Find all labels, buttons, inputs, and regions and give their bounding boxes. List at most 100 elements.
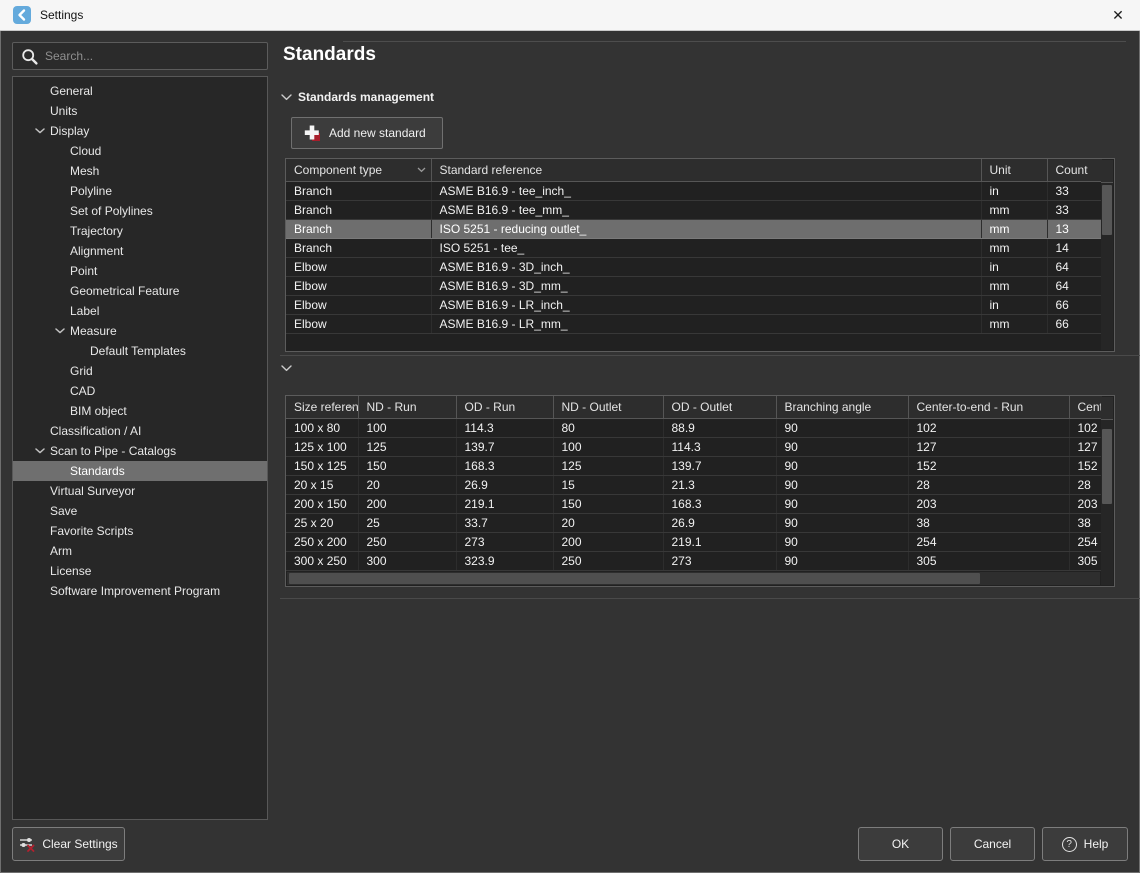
cell-size-reference: 150 x 125 <box>286 456 358 475</box>
column-header-center-to-end-run[interactable]: Center-to-end - Run <box>908 396 1069 418</box>
table-row[interactable]: 150 x 125 150 168.3 125 139.7 90 152 152 <box>286 456 1102 475</box>
sidebar-item[interactable]: Virtual Surveyor <box>13 481 267 501</box>
sidebar-item[interactable]: Polyline <box>13 181 267 201</box>
table-row[interactable]: Elbow ASME B16.9 - LR_inch_ in 66 <box>286 295 1102 314</box>
clear-settings-button[interactable]: Clear Settings <box>12 827 125 861</box>
cancel-button[interactable]: Cancel <box>950 827 1035 861</box>
section-standards-management-header[interactable]: Standards management <box>281 90 434 104</box>
table-row[interactable]: Branch ISO 5251 - reducing outlet_ mm 13 <box>286 219 1102 238</box>
column-header-count[interactable]: Count <box>1047 159 1102 181</box>
cell-od-outlet: 273 <box>663 551 776 570</box>
close-icon[interactable]: ✕ <box>1096 0 1140 31</box>
search-box[interactable] <box>12 42 268 70</box>
ok-button[interactable]: OK <box>858 827 943 861</box>
search-input[interactable] <box>45 43 263 69</box>
sidebar-item[interactable]: Save <box>13 501 267 521</box>
page-title: Standards <box>283 44 376 66</box>
chevron-down-icon[interactable] <box>30 128 50 134</box>
vertical-scrollbar[interactable] <box>1101 397 1113 585</box>
chevron-down-icon[interactable] <box>281 365 292 372</box>
sidebar-item[interactable]: Software Improvement Program <box>13 581 267 601</box>
sidebar-item[interactable]: Measure <box>13 321 267 341</box>
cell-standard-reference: ASME B16.9 - LR_inch_ <box>431 295 981 314</box>
table-row[interactable]: Branch ISO 5251 - tee_ mm 14 <box>286 238 1102 257</box>
sidebar-item[interactable]: Units <box>13 101 267 121</box>
sidebar-item[interactable]: Point <box>13 261 267 281</box>
sidebar-item[interactable]: Classification / AI <box>13 421 267 441</box>
sidebar-item[interactable]: BIM object <box>13 401 267 421</box>
horizontal-scrollbar[interactable] <box>287 572 1100 585</box>
table-row[interactable]: 200 x 150 200 219.1 150 168.3 90 203 203 <box>286 494 1102 513</box>
sidebar-item[interactable]: Favorite Scripts <box>13 521 267 541</box>
cell-od-outlet: 26.9 <box>663 513 776 532</box>
sidebar-item[interactable]: Display <box>13 121 267 141</box>
column-header-component-type[interactable]: Component type <box>286 159 431 181</box>
scrollbar-thumb[interactable] <box>289 573 980 584</box>
vertical-scrollbar[interactable] <box>1101 160 1113 350</box>
column-header-od-run[interactable]: OD - Run <box>456 396 553 418</box>
table-row[interactable]: Elbow ASME B16.9 - LR_mm_ mm 66 <box>286 314 1102 333</box>
cell-count: 33 <box>1047 200 1102 219</box>
sidebar-item[interactable]: Grid <box>13 361 267 381</box>
cell-center-to-end-outlet: 254 <box>1069 532 1102 551</box>
sidebar-item[interactable]: Label <box>13 301 267 321</box>
chevron-down-icon[interactable] <box>50 328 70 334</box>
column-header-size-reference[interactable]: Size reference <box>286 396 358 418</box>
sidebar-item[interactable]: Scan to Pipe - Catalogs <box>13 441 267 461</box>
sidebar-item-label: Save <box>50 501 77 521</box>
sidebar-item[interactable]: Arm <box>13 541 267 561</box>
help-button[interactable]: ? Help <box>1042 827 1128 861</box>
column-header-unit[interactable]: Unit <box>981 159 1047 181</box>
table-row[interactable]: Branch ASME B16.9 - tee_mm_ mm 33 <box>286 200 1102 219</box>
column-header-standard-reference[interactable]: Standard reference <box>431 159 981 181</box>
column-header-nd-run[interactable]: ND - Run <box>358 396 456 418</box>
table-row[interactable]: 100 x 80 100 114.3 80 88.9 90 102 102 <box>286 418 1102 437</box>
sidebar-item[interactable]: Mesh <box>13 161 267 181</box>
add-new-standard-button[interactable]: Add new standard <box>291 117 443 149</box>
cell-component-type: Elbow <box>286 257 431 276</box>
clear-settings-label: Clear Settings <box>42 837 117 851</box>
table-row[interactable]: 25 x 20 25 33.7 20 26.9 90 38 38 <box>286 513 1102 532</box>
column-header-od-outlet[interactable]: OD - Outlet <box>663 396 776 418</box>
sidebar-item[interactable]: Standards <box>13 461 267 481</box>
sidebar-item-label: Classification / AI <box>50 421 141 441</box>
settings-content-panel: Standards Standards management Add new s… <box>280 31 1140 873</box>
cell-nd-run: 200 <box>358 494 456 513</box>
sidebar-item[interactable]: Cloud <box>13 141 267 161</box>
sidebar-item[interactable]: Geometrical Feature <box>13 281 267 301</box>
chevron-down-icon[interactable] <box>30 448 50 454</box>
cell-size-reference: 200 x 150 <box>286 494 358 513</box>
app-icon <box>13 6 31 24</box>
table-row[interactable]: 300 x 250 300 323.9 250 273 90 305 305 <box>286 551 1102 570</box>
sizes-table: Size reference ND - Run OD - Run ND - Ou… <box>285 395 1115 587</box>
table-row[interactable]: Branch ASME B16.9 - tee_inch_ in 33 <box>286 181 1102 200</box>
cell-od-outlet: 219.1 <box>663 532 776 551</box>
cell-nd-outlet: 250 <box>553 551 663 570</box>
column-header-nd-outlet[interactable]: ND - Outlet <box>553 396 663 418</box>
sidebar-item[interactable]: Default Templates <box>13 341 267 361</box>
scrollbar-thumb[interactable] <box>1102 429 1112 504</box>
help-label: Help <box>1084 837 1109 851</box>
cell-nd-run: 25 <box>358 513 456 532</box>
standards-table-body: Branch ASME B16.9 - tee_inch_ in 33 Bran… <box>286 181 1102 333</box>
sidebar-item[interactable]: Alignment <box>13 241 267 261</box>
sidebar-item[interactable]: Trajectory <box>13 221 267 241</box>
chevron-down-icon[interactable] <box>281 94 292 101</box>
table-row[interactable]: 250 x 200 250 273 200 219.1 90 254 254 <box>286 532 1102 551</box>
sidebar-item[interactable]: Set of Polylines <box>13 201 267 221</box>
column-header-center-to-end-outlet[interactable]: Center-to-end - Outlet <box>1069 396 1102 418</box>
table-row[interactable]: Elbow ASME B16.9 - 3D_inch_ in 64 <box>286 257 1102 276</box>
cell-nd-outlet: 200 <box>553 532 663 551</box>
table-row[interactable]: 20 x 15 20 26.9 15 21.3 90 28 28 <box>286 475 1102 494</box>
table-row[interactable]: Elbow ASME B16.9 - 3D_mm_ mm 64 <box>286 276 1102 295</box>
table-row[interactable]: 125 x 100 125 139.7 100 114.3 90 127 127 <box>286 437 1102 456</box>
cell-size-reference: 125 x 100 <box>286 437 358 456</box>
sidebar-item[interactable]: CAD <box>13 381 267 401</box>
scrollbar-thumb[interactable] <box>1102 185 1112 235</box>
column-header-branching-angle[interactable]: Branching angle <box>776 396 908 418</box>
sidebar-item[interactable]: General <box>13 81 267 101</box>
sidebar-item[interactable]: License <box>13 561 267 581</box>
cell-count: 66 <box>1047 295 1102 314</box>
section-details-header[interactable] <box>281 365 298 372</box>
search-icon <box>21 48 39 66</box>
